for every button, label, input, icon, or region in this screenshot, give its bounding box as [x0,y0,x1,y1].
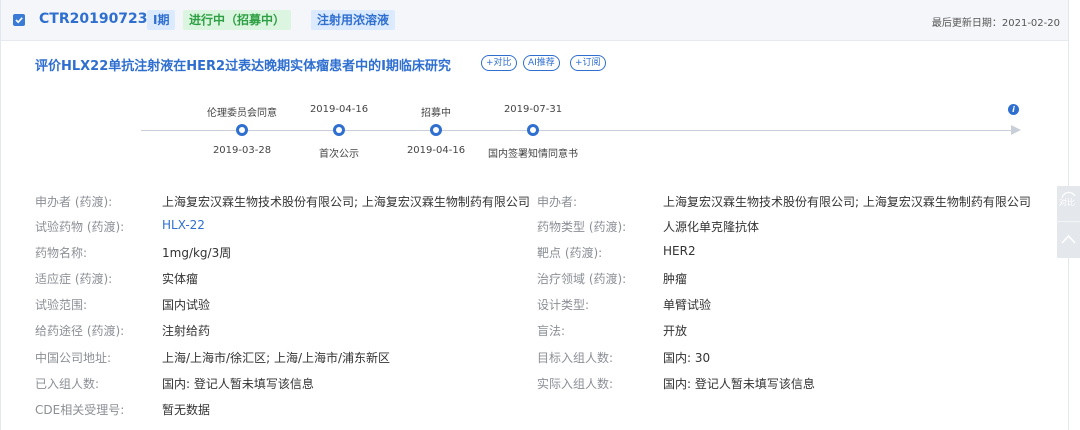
trial-card: CTR20190723 I期 进行中（招募中） 注射用浓溶液 最后更新日期：20… [0,0,1069,430]
add-compare-button[interactable]: +对比 [481,55,517,71]
field-label: 已入组人数: [35,377,100,391]
field-value: 国内: 登记人暂未填写该信息 [162,377,314,391]
timeline-node [333,124,345,136]
floating-side-tab: 对比 [1057,186,1080,258]
field-value: 国内试验 [162,298,211,312]
drug-link[interactable]: HLX-22 [162,218,205,232]
timeline-node [527,124,539,136]
last-updated: 最后更新日期：2021-02-20 [931,18,1060,29]
field-value: 上海复宏汉霖生物技术股份有限公司; 上海复宏汉霖生物制药有限公司 [162,195,530,209]
side-compare-label: 对比 [1059,198,1075,207]
phase-tag: I期 [147,10,176,30]
field-value: 暂无数据 [162,403,211,417]
trial-id-link[interactable]: CTR20190723 [39,11,148,27]
field-value: 肿瘤 [663,272,688,286]
timeline-top-label: 招募中 [421,108,451,119]
timeline-bottom-label: 首次公示 [319,149,359,160]
trial-title-link[interactable]: 评价HLX22单抗注射液在HER2过表达晚期实体瘤患者中的I期临床研究 [35,55,451,74]
timeline-bottom-label: 2019-03-28 [212,145,272,156]
timeline-bottom-label: 2019-04-16 [406,145,466,156]
field-label: 适应症 (药渡): [35,272,113,286]
field-label: 治疗领域 (药渡): [537,272,627,286]
field-label: 给药途径 (药渡): [35,324,125,338]
timeline-axis [141,130,1013,131]
field-value: 单臂试验 [663,298,712,312]
field-value: HER2 [663,244,696,258]
field-label: 试验药物 (药渡): [35,220,125,234]
timeline-node [430,124,442,136]
field-value: 开放 [663,324,688,338]
checkbox-checked-icon[interactable] [13,14,25,26]
timeline-node [236,124,248,136]
timeline-arrow-icon [1011,125,1021,135]
field-label: 盲法: [537,324,566,338]
field-label: 目标入组人数: [537,351,614,365]
ai-recommend-button[interactable]: AI推荐 [523,55,560,71]
info-icon[interactable]: i [1008,104,1019,115]
field-label: 药物名称: [35,246,88,260]
field-value: 人源化单克隆抗体 [663,220,760,234]
field-value: 1mg/kg/3周 [162,246,232,260]
field-label: CDE相关受理号: [35,403,125,417]
field-label: 设计类型: [537,298,590,312]
timeline-bottom-label: 国内签署知情同意书 [488,149,578,160]
field-value: 注射给药 [162,324,211,338]
timeline-top-label: 2019-07-31 [503,104,563,115]
side-compare-button[interactable]: 对比 [1057,186,1080,222]
timeline-top-label: 2019-04-16 [309,104,369,115]
field-label: 申办者 (药渡): [35,195,113,209]
timeline-top-label: 伦理委员会同意 [207,108,277,119]
field-label: 药物类型 (药渡): [537,220,627,234]
field-label: 试验范围: [35,298,88,312]
chevron-up-icon[interactable] [1057,222,1080,257]
field-label: 靶点 (药渡): [537,246,603,260]
field-label: 申办者: [537,195,578,209]
field-value: 上海/上海市/徐汇区; 上海/上海市/浦东新区 [162,351,391,365]
field-value: 国内: 30 [663,351,711,365]
card-header: CTR20190723 I期 进行中（招募中） 注射用浓溶液 最后更新日期：20… [1,0,1068,41]
field-value: 实体瘤 [162,272,199,286]
status-tag: 进行中（招募中） [183,10,292,30]
field-label: 中国公司地址: [35,351,112,365]
subscribe-button[interactable]: +订阅 [570,55,606,71]
field-label: 实际入组人数: [537,377,614,391]
field-value: 国内: 登记人暂未填写该信息 [663,377,815,391]
field-value: 上海复宏汉霖生物技术股份有限公司; 上海复宏汉霖生物制药有限公司 [663,195,1031,209]
dosage-form-tag: 注射用浓溶液 [311,10,396,30]
